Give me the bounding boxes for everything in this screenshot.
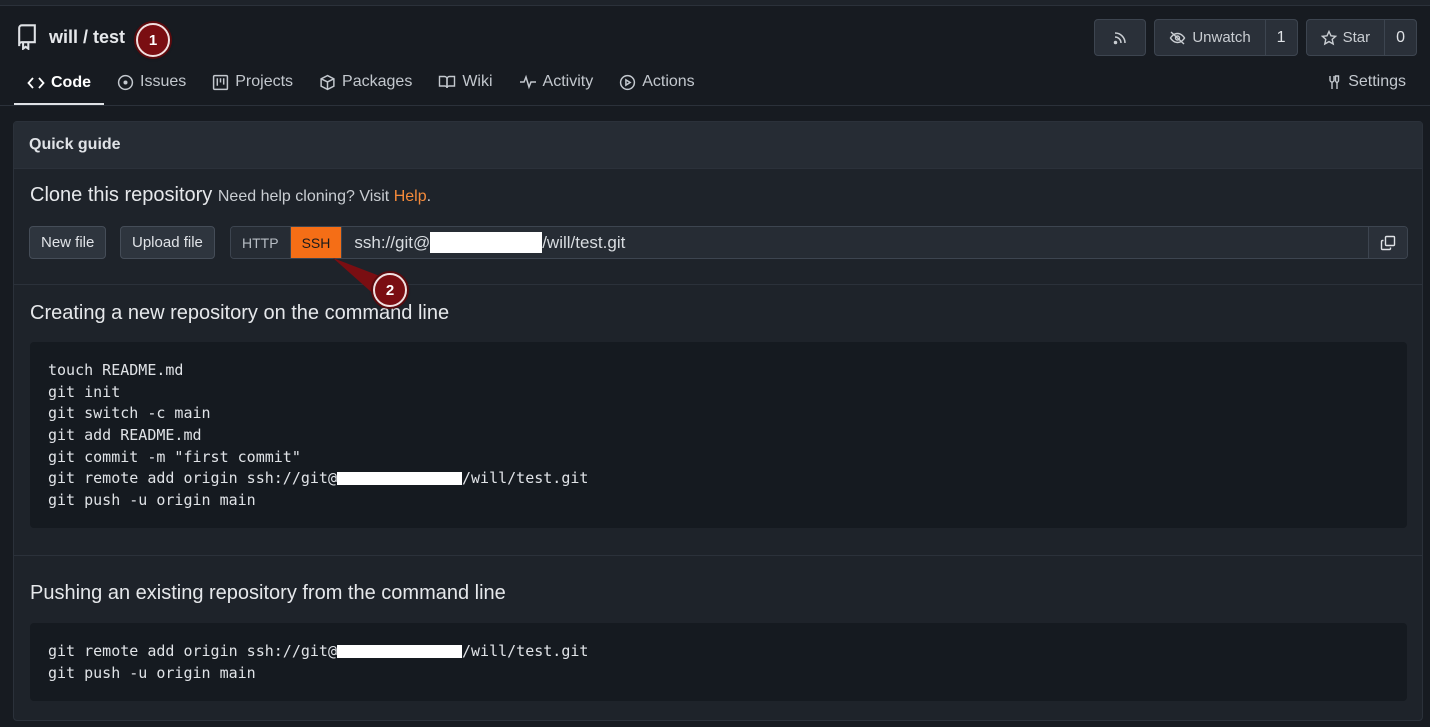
clone-section: Clone this repository Need help cloning?… <box>14 170 1422 284</box>
tab-actions-label: Actions <box>642 73 695 90</box>
clone-url-bar: HTTP SSH ssh://git@ /will/test.git <box>230 226 1408 259</box>
code-line: git push -u origin main <box>48 663 256 682</box>
tab-code-label: Code <box>51 73 91 91</box>
annotation-badge-1: 1 <box>136 23 170 57</box>
remote-prefix: git remote add origin ssh://git@ <box>48 469 337 488</box>
code-line: git push -u origin main <box>48 491 256 510</box>
redacted-host <box>430 232 543 253</box>
tab-issues-label: Issues <box>140 73 187 90</box>
code-line: touch README.md <box>48 361 184 379</box>
tools-icon <box>1329 74 1340 89</box>
existing-repo-code-block: git remote add origin ssh://git@ /will/te… <box>30 623 1407 701</box>
ssh-protocol-button[interactable]: SSH <box>289 227 342 258</box>
tab-projects-label: Projects <box>235 73 294 90</box>
repo-header-actions: Unwatch 1 Star 0 <box>1094 19 1417 56</box>
code-line: git init <box>48 382 121 401</box>
code-line: git switch -c main <box>48 404 211 423</box>
rss-button[interactable] <box>1094 19 1147 56</box>
clone-url-input[interactable]: ssh://git@ /will/test.git <box>341 227 1368 258</box>
clone-title: Clone this repository Need help cloning?… <box>30 184 431 207</box>
tab-issues[interactable]: Issues <box>104 62 199 102</box>
existing-repo-section: Pushing an existing repository from the … <box>14 555 1422 721</box>
redacted-host <box>336 472 462 486</box>
tab-settings[interactable]: Settings <box>1313 62 1419 102</box>
new-repo-section: Creating a new repository on the command… <box>14 284 1422 556</box>
rss-icon <box>1114 31 1127 44</box>
new-repo-code-block: touch README.md git init git switch -c m… <box>30 342 1407 528</box>
clone-help-text: Need help cloning? Visit <box>217 188 390 205</box>
star-label: Star <box>1342 29 1371 46</box>
star-button-group: Star 0 <box>1305 19 1417 56</box>
annotation-badge-2: 2 <box>373 273 407 307</box>
repo-header: will / test <box>16 22 125 52</box>
clone-url-suffix: /will/test.git <box>542 232 626 252</box>
code-line-remote: git remote add origin ssh://git@ /will/te… <box>48 641 1389 663</box>
repo-title[interactable]: will / test <box>49 27 125 48</box>
tab-settings-label: Settings <box>1348 73 1406 90</box>
help-suffix: . <box>426 188 432 205</box>
remote-prefix: git remote add origin ssh://git@ <box>48 642 337 660</box>
project-icon <box>213 74 229 90</box>
http-protocol-button[interactable]: HTTP <box>231 227 290 258</box>
tab-code[interactable]: Code <box>14 62 104 105</box>
existing-repo-title: Pushing an existing repository from the … <box>30 582 506 604</box>
new-file-button[interactable]: New file <box>29 226 107 259</box>
star-icon <box>1320 29 1337 45</box>
repo-tabs: Code Issues Projects Packages Wiki Activ… <box>14 62 1430 105</box>
tab-wiki[interactable]: Wiki <box>425 62 505 102</box>
pulse-icon <box>519 74 536 90</box>
quick-guide-title: Quick guide <box>14 122 1422 169</box>
clone-help: Need help cloning? Visit Help. <box>218 188 431 205</box>
quick-guide-panel: Quick guide Clone this repository Need h… <box>13 121 1423 721</box>
watchers-count[interactable]: 1 <box>1264 20 1297 55</box>
tab-packages[interactable]: Packages <box>306 62 425 102</box>
package-icon <box>320 74 335 90</box>
code-line: git commit -m "first commit" <box>48 447 301 466</box>
clone-url-prefix: ssh://git@ <box>354 232 431 252</box>
remote-suffix: /will/test.git <box>461 469 589 488</box>
top-border <box>0 0 1430 6</box>
unwatch-button-group: Unwatch 1 <box>1154 19 1298 56</box>
code-line: git add README.md <box>48 426 202 445</box>
star-button[interactable]: Star <box>1307 20 1385 55</box>
issue-icon <box>117 74 134 90</box>
help-link[interactable]: Help <box>394 188 427 205</box>
copy-url-button[interactable] <box>1368 227 1407 258</box>
repo-icon <box>18 24 36 50</box>
code-line-remote: git remote add origin ssh://git@ /will/te… <box>48 468 1389 490</box>
unwatch-label: Unwatch <box>1192 29 1251 46</box>
book-icon <box>439 75 456 89</box>
eye-closed-icon <box>1170 30 1186 45</box>
clone-heading: Clone this repository <box>30 184 213 206</box>
stars-count[interactable]: 0 <box>1384 20 1416 55</box>
play-icon <box>620 74 636 90</box>
upload-file-button[interactable]: Upload file <box>120 226 215 259</box>
copy-icon <box>1380 235 1396 250</box>
tab-wiki-label: Wiki <box>462 73 493 90</box>
remote-suffix: /will/test.git <box>461 642 589 660</box>
tab-projects[interactable]: Projects <box>199 62 306 102</box>
redacted-host <box>336 645 462 658</box>
tabs-divider <box>0 105 1430 106</box>
tab-actions[interactable]: Actions <box>606 62 707 102</box>
tab-activity-label: Activity <box>542 73 594 90</box>
tab-packages-label: Packages <box>342 73 413 90</box>
tab-activity[interactable]: Activity <box>506 62 607 102</box>
code-icon <box>27 76 45 89</box>
unwatch-button[interactable]: Unwatch <box>1155 20 1264 55</box>
